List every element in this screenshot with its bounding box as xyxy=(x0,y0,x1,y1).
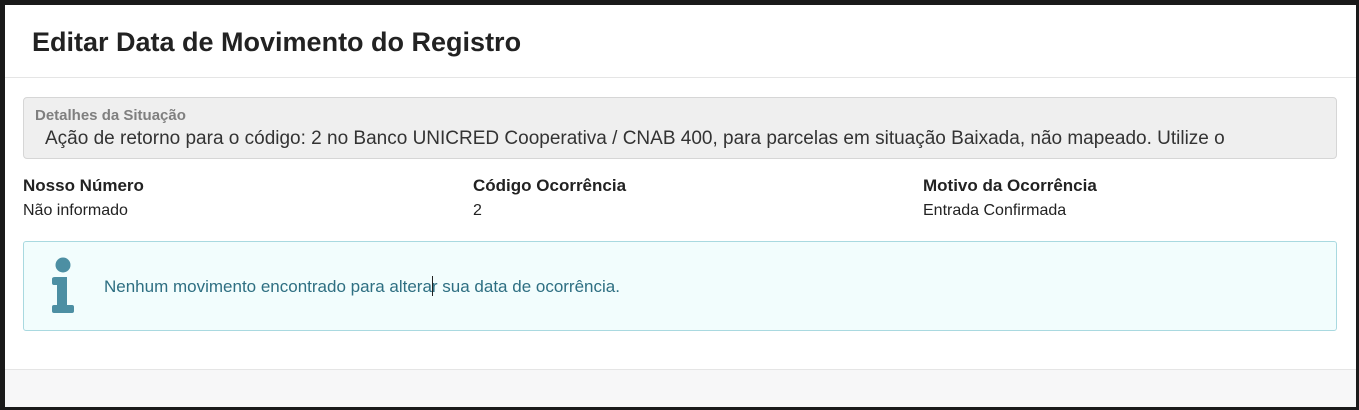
codigo-ocorrencia-value: 2 xyxy=(473,202,482,219)
situation-details-panel: Detalhes da Situação Ação de retorno par… xyxy=(23,97,1337,159)
motivo-ocorrencia-label: Motivo da Ocorrência xyxy=(923,176,1097,195)
info-icon xyxy=(24,242,102,330)
modal-footer xyxy=(5,369,1356,407)
nosso-numero-label: Nosso Número xyxy=(23,176,144,195)
info-alert-message-start: Nenhum movimento encontrado para altera xyxy=(104,276,432,296)
nosso-numero-field: Nosso Número Não informado xyxy=(23,175,473,222)
occurrence-info-row: Nosso Número Não informado Código Ocorrê… xyxy=(23,175,1337,222)
info-alert-message: Nenhum movimento encontrado para alterar… xyxy=(102,275,620,297)
motivo-ocorrencia-field: Motivo da Ocorrência Entrada Confirmada xyxy=(923,175,1337,222)
motivo-ocorrencia-value: Entrada Confirmada xyxy=(923,202,1067,219)
info-alert: Nenhum movimento encontrado para alterar… xyxy=(23,241,1337,331)
modal-body: Detalhes da Situação Ação de retorno par… xyxy=(5,78,1356,331)
codigo-ocorrencia-label: Código Ocorrência xyxy=(473,176,627,195)
situation-details-text: Ação de retorno para o código: 2 no Banc… xyxy=(45,128,1225,149)
info-alert-message-end: r sua data de ocorrência. xyxy=(431,276,620,296)
modal-header: Editar Data de Movimento do Registro xyxy=(5,5,1356,78)
situation-details-legend: Detalhes da Situação xyxy=(35,107,186,124)
codigo-ocorrencia-field: Código Ocorrência 2 xyxy=(473,175,923,222)
modal-title: Editar Data de Movimento do Registro xyxy=(32,26,522,57)
nosso-numero-value: Não informado xyxy=(23,202,128,219)
edit-movement-date-modal: Editar Data de Movimento do Registro Det… xyxy=(5,5,1356,407)
